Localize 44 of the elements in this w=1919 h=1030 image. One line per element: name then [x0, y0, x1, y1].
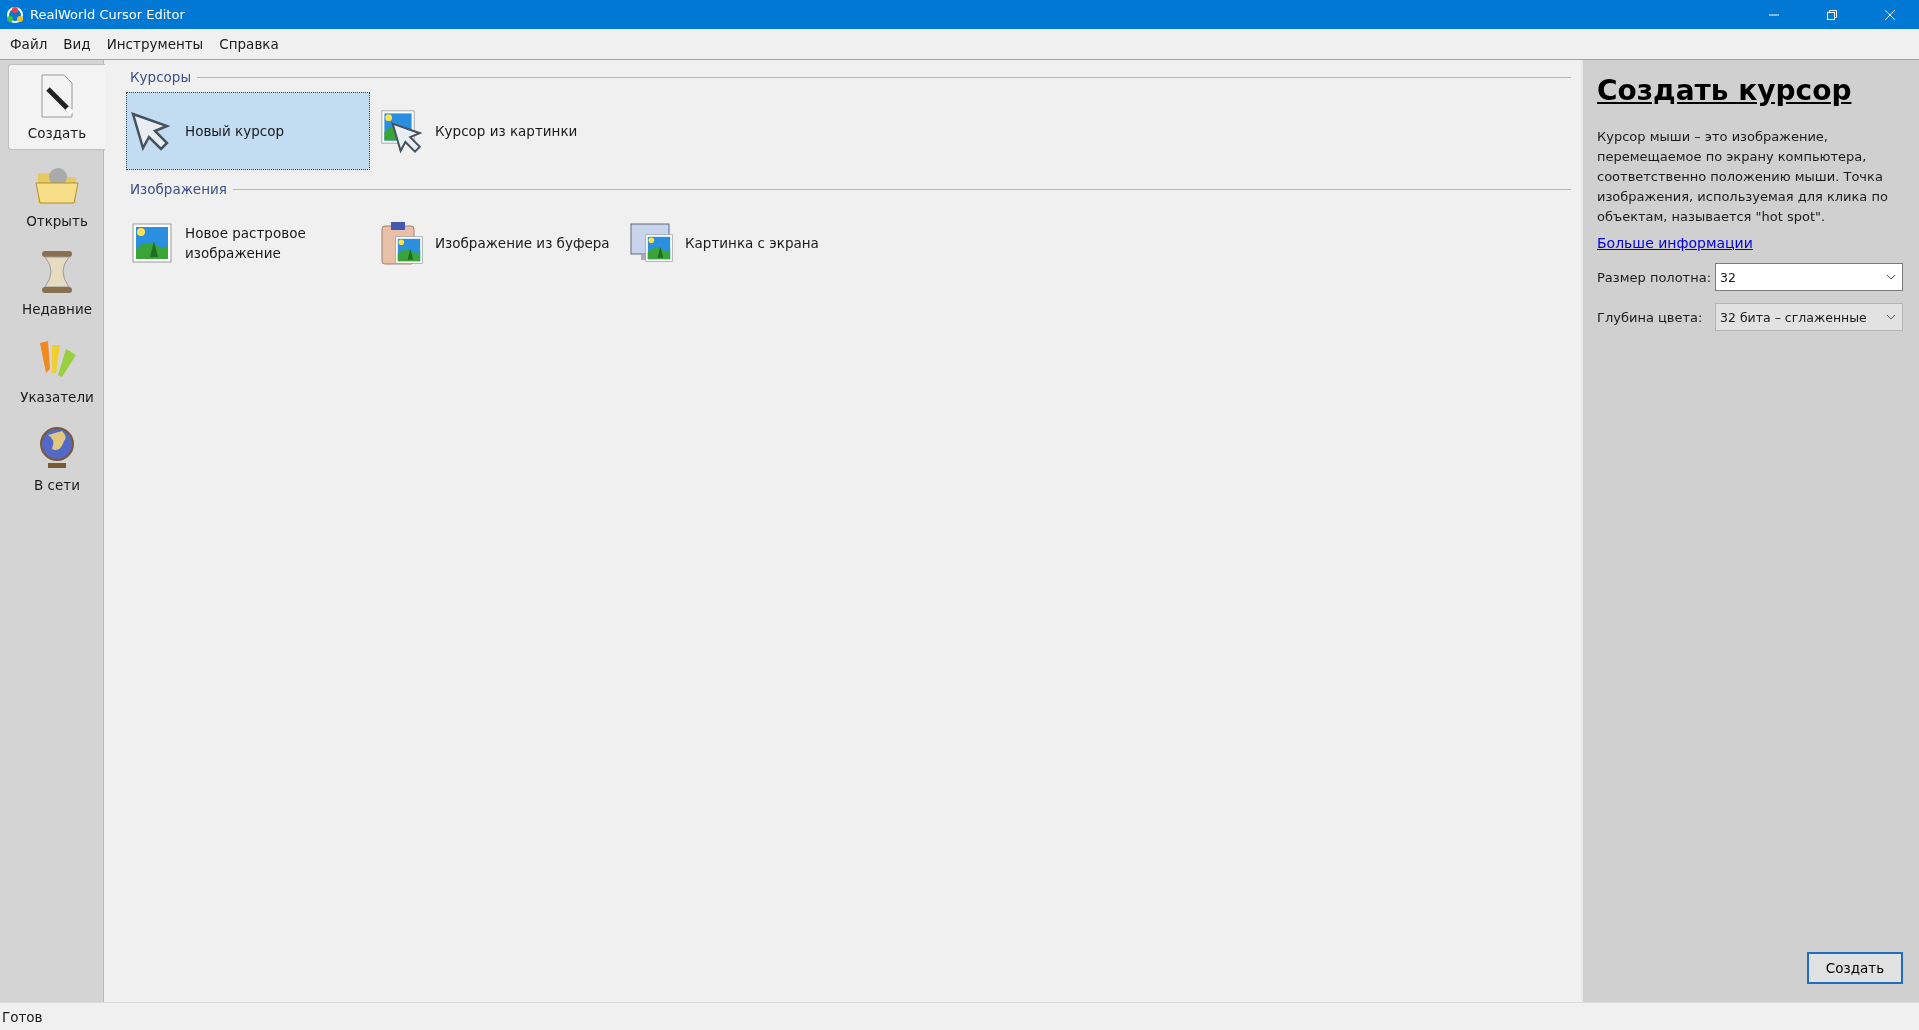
sidebar-tab-label: В сети: [34, 477, 80, 493]
menu-item[interactable]: Вид: [55, 36, 99, 52]
picture-cursor-icon: [379, 108, 425, 154]
sidebar-tab[interactable]: Создать: [8, 64, 105, 150]
menu-item[interactable]: Файл: [2, 36, 56, 52]
sidebar-tab-label: Создать: [27, 125, 87, 141]
section-title: Курсоры: [130, 69, 192, 85]
chevron-down-icon: [1886, 274, 1896, 280]
create-option[interactable]: Новый курсор: [126, 92, 370, 170]
option-label: Курсор из картинки: [435, 122, 578, 141]
menu-item[interactable]: Инструменты: [98, 36, 212, 52]
create-option[interactable]: Курсор из картинки: [376, 92, 620, 170]
panel-description: Курсор мыши – это изображение, перемещаемое по экрану компьютера, соответственно положению мыши. Точка изображения, используемая для клика по объектам, называется "hot spot".: [1597, 128, 1889, 226]
create-button[interactable]: Создать: [1807, 952, 1903, 984]
picture-icon: [129, 220, 175, 266]
field-label: Размер полотна:: [1597, 269, 1713, 285]
sidebar-tab[interactable]: Открыть: [8, 152, 105, 238]
dropdown-field[interactable]: 32: [1715, 263, 1903, 291]
section-title: Изображения: [130, 181, 227, 197]
create-option[interactable]: Изображение из буфера: [376, 204, 620, 282]
sidebar-tab-label: Указатели: [20, 389, 94, 405]
app-logo-icon: [6, 5, 24, 24]
sidebar-tab[interactable]: Недавние: [8, 240, 105, 326]
field-label: Глубина цвета:: [1597, 309, 1704, 325]
create-option[interactable]: Новое растровое изображение: [126, 204, 370, 282]
sidebar-tab-label: Недавние: [22, 301, 92, 317]
restore-icon: [1826, 8, 1838, 21]
create-option[interactable]: Картинка с экрана: [626, 204, 870, 282]
sidebar-tab[interactable]: В сети: [8, 416, 105, 502]
sidebar-tab-label: Открыть: [26, 213, 88, 229]
option-label: Новый курсор: [185, 122, 285, 141]
sidebar-tab[interactable]: Указатели: [8, 328, 105, 414]
menu-item[interactable]: Справка: [211, 36, 287, 52]
dropdown-field[interactable]: 32 бита – сглаженные: [1715, 303, 1903, 331]
more-info-link[interactable]: Больше информации: [1597, 235, 1753, 251]
window-title: RealWorld Cursor Editor: [30, 7, 186, 22]
option-label: Новое растровое изображение: [185, 224, 307, 263]
option-label: Изображение из буфера: [435, 234, 610, 253]
panel-title: Создать курсор: [1597, 74, 1853, 107]
close-icon: [1884, 8, 1896, 21]
status-text: Готов: [2, 1008, 43, 1025]
chevron-down-icon: [1886, 314, 1896, 320]
clipboard-picture-icon: [379, 220, 425, 266]
option-label: Картинка с экрана: [685, 234, 819, 253]
